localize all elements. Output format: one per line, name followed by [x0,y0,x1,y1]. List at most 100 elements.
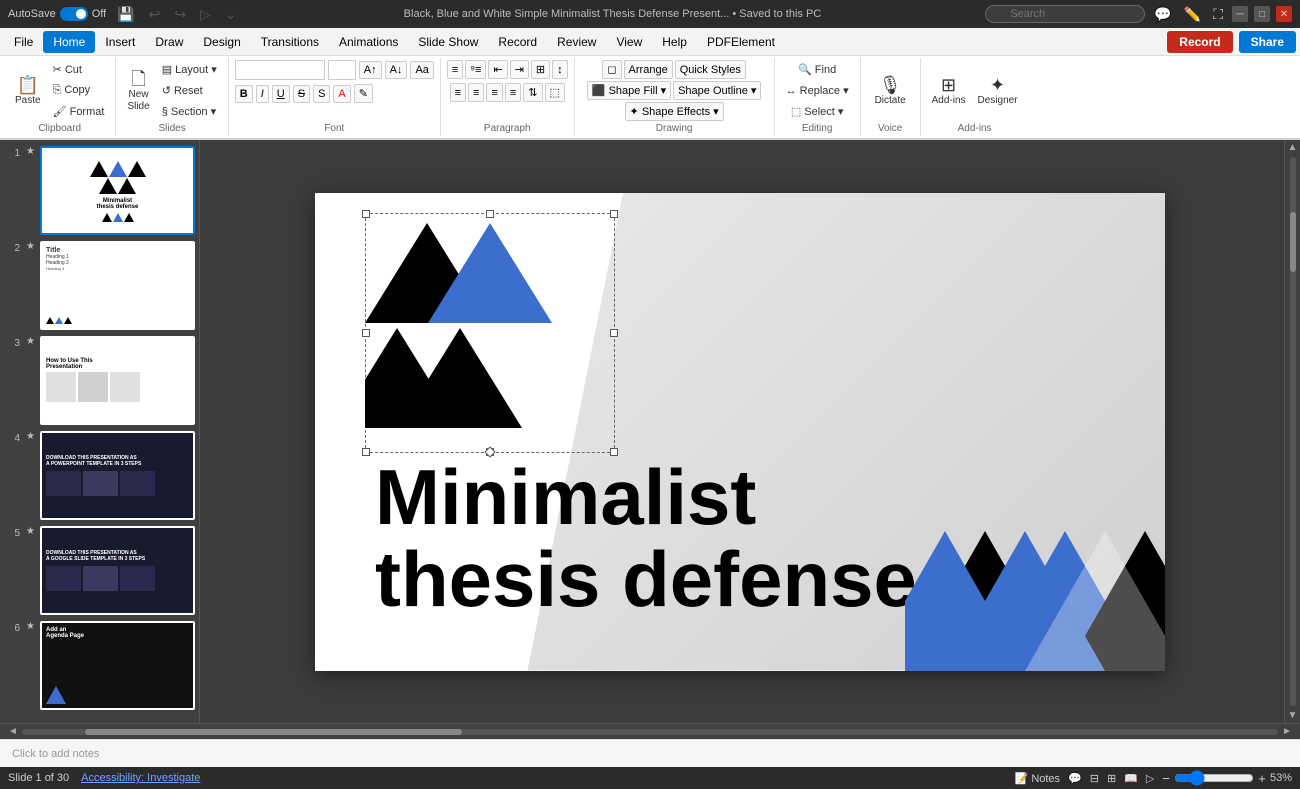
shadow-button[interactable]: S [313,85,330,103]
align-right-button[interactable]: ≡ [486,83,502,102]
h-scrollbar-thumb[interactable] [85,729,462,735]
shapes-button[interactable]: ◻ [602,60,621,79]
reading-view-button[interactable]: 📖 [1124,772,1138,785]
center-button[interactable]: ≡ [468,83,484,102]
scroll-up-button[interactable]: ▲ [1286,140,1300,155]
text-direction-button[interactable]: ⇅ [523,83,542,102]
menu-draw[interactable]: Draw [145,31,193,53]
increase-indent-button[interactable]: ⇥ [510,60,529,79]
menu-pdfelement[interactable]: PDFElement [697,31,785,53]
slide-thumb-4[interactable]: DOWNLOAD THIS PRESENTATION ASA POWERPOIN… [40,431,195,520]
menu-insert[interactable]: Insert [95,31,145,53]
scroll-right-button[interactable]: ► [1282,726,1292,737]
smart-art-button[interactable]: ⬚ [545,83,565,102]
menu-view[interactable]: View [606,31,652,53]
slide-panel[interactable]: 1 ★ Minimalistthesis def [0,140,200,723]
font-name-input[interactable] [235,60,325,80]
menu-file[interactable]: File [4,31,43,53]
font-color-button[interactable]: A [333,85,350,103]
decrease-indent-button[interactable]: ⇤ [488,60,507,79]
highlight-button[interactable]: ✎ [354,84,373,103]
underline-button[interactable]: U [272,85,290,103]
numbering-button[interactable]: ⁹≡ [465,60,486,79]
slide-item-2[interactable]: 2 ★ Title Heading 1 Heading 2 Heading 3 [4,241,195,330]
triangle-group-top[interactable] [365,213,615,453]
slide-item-3[interactable]: 3 ★ How to Use This Presentation [4,336,195,425]
slide-thumb-1[interactable]: Minimalistthesis defense [40,146,195,235]
record-button[interactable]: Record [1167,31,1232,53]
cols-button[interactable]: ⊞ [531,60,550,79]
present-icon[interactable]: ▷ [197,3,214,26]
cut-button[interactable]: ✂ Cut [48,60,110,79]
redo-icon[interactable]: ↪ [171,3,189,26]
zoom-slider[interactable] [1174,770,1254,786]
slide-thumb-6[interactable]: Add anAgenda Page [40,621,195,710]
addins-button[interactable]: ⊞ Add-ins [927,73,971,109]
scrollbar-thumb-v[interactable] [1290,212,1296,272]
italic-button[interactable]: I [256,85,269,103]
new-slide-button[interactable]: 🗋 New Slide [122,67,154,115]
font-size-input[interactable] [328,60,356,80]
copy-button[interactable]: ⎘ Copy [48,81,110,100]
bullets-button[interactable]: ≡ [447,60,463,79]
decrease-font-button[interactable]: A↓ [385,61,408,79]
more-tools-icon[interactable]: ⌄ [222,3,240,26]
close-button[interactable]: ✕ [1276,6,1292,22]
menu-design[interactable]: Design [193,31,250,53]
layout-button[interactable]: ▤ Layout ▾ [157,60,222,79]
slide-thumb-5[interactable]: DOWNLOAD THIS PRESENTATION ASA GOOGLE SL… [40,526,195,615]
shape-effects-button[interactable]: ✦ Shape Effects ▾ [625,102,724,121]
find-button[interactable]: 🔍 Find [793,60,841,79]
slide-item-1[interactable]: 1 ★ Minimalistthesis def [4,146,195,235]
slide-sorter-button[interactable]: ⊞ [1107,772,1116,785]
slideshow-button[interactable]: ▷ [1146,772,1154,785]
menu-record[interactable]: Record [488,31,547,53]
slide-item-4[interactable]: 4 ★ DOWNLOAD THIS PRESENTATION ASA POWER… [4,431,195,520]
strikethrough-button[interactable]: S [293,85,310,103]
paste-button[interactable]: 📋 Paste [10,73,46,109]
shape-fill-button[interactable]: ⬛ Shape Fill ▾ [587,81,671,100]
maximize-button[interactable]: □ [1254,6,1270,22]
zoom-out-button[interactable]: − [1162,771,1170,786]
undo-icon[interactable]: ↩ [146,3,164,26]
justify-button[interactable]: ≡ [505,83,521,102]
designer-button[interactable]: ✦ Designer [973,73,1023,109]
menu-slideshow[interactable]: Slide Show [408,31,488,53]
comments-icon[interactable]: 💬 [1151,3,1174,26]
shape-outline-button[interactable]: Shape Outline ▾ [673,81,761,100]
menu-help[interactable]: Help [652,31,697,53]
pen-icon[interactable]: ✏️ [1181,3,1204,26]
slide-thumb-3[interactable]: How to Use This Presentation [40,336,195,425]
menu-home[interactable]: Home [43,31,95,53]
align-left-button[interactable]: ≡ [450,83,466,102]
save-icon[interactable]: 💾 [114,3,137,26]
zoom-in-button[interactable]: + [1258,771,1266,786]
reset-button[interactable]: ↺ Reset [157,81,222,100]
replace-button[interactable]: ↔ Replace ▾ [781,81,854,100]
select-button[interactable]: ⬚ Select ▾ [786,102,849,121]
scroll-down-button[interactable]: ▼ [1286,708,1300,723]
present-mode-icon[interactable]: ⛶ [1210,3,1226,26]
dictate-button[interactable]: 🎙 Dictate [870,73,911,109]
slide-thumb-2[interactable]: Title Heading 1 Heading 2 Heading 3 [40,241,195,330]
normal-view-button[interactable]: ⊟ [1090,772,1099,785]
minimize-button[interactable]: ─ [1232,6,1248,22]
increase-font-button[interactable]: A↑ [359,61,382,79]
slide-item-6[interactable]: 6 ★ Add anAgenda Page [4,621,195,710]
bold-button[interactable]: B [235,85,253,103]
clear-format-button[interactable]: Aa [410,61,433,79]
arrange-button[interactable]: Arrange [624,60,673,79]
notes-button[interactable]: 📝 Notes [1015,772,1061,785]
quick-styles-button[interactable]: Quick Styles [675,60,746,79]
autosave-toggle[interactable] [60,7,88,21]
menu-animations[interactable]: Animations [329,31,408,53]
comments-view-button[interactable]: 💬 [1068,772,1082,785]
format-painter-button[interactable]: 🖌 Format [48,102,110,121]
right-scrollbar[interactable]: ▲ ▼ [1284,140,1300,723]
section-button[interactable]: § Section ▾ [157,102,222,121]
menu-transitions[interactable]: Transitions [251,31,329,53]
search-input[interactable] [985,5,1145,23]
scroll-left-button[interactable]: ◄ [8,726,18,737]
menu-review[interactable]: Review [547,31,606,53]
notes-area[interactable]: Click to add notes [0,739,1300,767]
